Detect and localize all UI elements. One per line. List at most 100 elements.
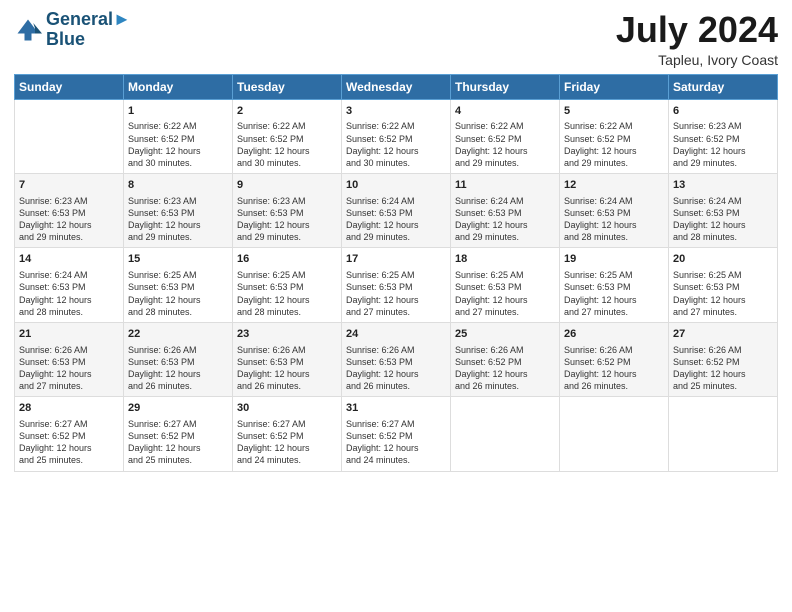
calendar-week-row: 21 Sunrise: 6:26 AM Sunset: 6:53 PM Dayli… xyxy=(15,322,778,396)
day-number: 22 xyxy=(128,327,228,342)
day-number: 17 xyxy=(346,252,446,267)
calendar-cell: 4Sunrise: 6:22 AM Sunset: 6:52 PM Daylig… xyxy=(451,99,560,173)
calendar-week-row: 1Sunrise: 6:22 AM Sunset: 6:52 PM Daylig… xyxy=(15,99,778,173)
day-info: Sunrise: 6:23 AM Sunset: 6:53 PM Dayligh… xyxy=(128,195,228,244)
calendar-cell: 23 Sunrise: 6:26 AM Sunset: 6:53 PM Dayli… xyxy=(233,322,342,396)
calendar-cell: 11Sunrise: 6:24 AM Sunset: 6:53 PM Dayli… xyxy=(451,174,560,248)
calendar-table: SundayMondayTuesdayWednesdayThursdayFrid… xyxy=(14,74,778,472)
logo-icon xyxy=(14,16,42,44)
day-info: Sunrise: 6:24 AM Sunset: 6:53 PM Dayligh… xyxy=(673,195,773,244)
day-info: Sunrise: 6:26 AM Sunset: 6:52 PM Dayligh… xyxy=(564,344,664,393)
day-info: Sunrise: 6:26 AM Sunset: 6:53 PM Dayligh… xyxy=(128,344,228,393)
calendar-cell: 14 Sunrise: 6:24 AM Sunset: 6:53 PM Dayli… xyxy=(15,248,124,322)
day-header-friday: Friday xyxy=(560,74,669,99)
calendar-week-row: 7 Sunrise: 6:23 AM Sunset: 6:53 PM Daylig… xyxy=(15,174,778,248)
calendar-cell: 16Sunrise: 6:25 AM Sunset: 6:53 PM Dayli… xyxy=(233,248,342,322)
day-info: Sunrise: 6:26 AM Sunset: 6:53 PM Dayligh… xyxy=(19,344,119,393)
day-info: Sunrise: 6:27 AM Sunset: 6:52 PM Dayligh… xyxy=(237,418,337,467)
day-info: Sunrise: 6:24 AM Sunset: 6:53 PM Dayligh… xyxy=(346,195,446,244)
calendar-cell xyxy=(451,397,560,471)
day-number: 8 xyxy=(128,178,228,193)
day-number: 1 xyxy=(128,104,228,119)
day-info: Sunrise: 6:22 AM Sunset: 6:52 PM Dayligh… xyxy=(128,120,228,169)
logo-text: General► Blue xyxy=(46,10,131,50)
day-info: Sunrise: 6:24 AM Sunset: 6:53 PM Dayligh… xyxy=(564,195,664,244)
day-number: 7 xyxy=(19,178,119,193)
day-info: Sunrise: 6:27 AM Sunset: 6:52 PM Dayligh… xyxy=(346,418,446,467)
day-header-saturday: Saturday xyxy=(669,74,778,99)
day-info: Sunrise: 6:26 AM Sunset: 6:53 PM Dayligh… xyxy=(346,344,446,393)
day-info: Sunrise: 6:22 AM Sunset: 6:52 PM Dayligh… xyxy=(346,120,446,169)
calendar-cell: 17 Sunrise: 6:25 AM Sunset: 6:53 PM Dayli… xyxy=(342,248,451,322)
page-container: General► Blue July 2024 Tapleu, Ivory Co… xyxy=(0,0,792,482)
day-info: Sunrise: 6:22 AM Sunset: 6:52 PM Dayligh… xyxy=(455,120,555,169)
day-number: 3 xyxy=(346,104,446,119)
day-number: 19 xyxy=(564,252,664,267)
day-number: 31 xyxy=(346,401,446,416)
day-info: Sunrise: 6:26 AM Sunset: 6:53 PM Dayligh… xyxy=(237,344,337,393)
day-number: 23 xyxy=(237,327,337,342)
day-number: 21 xyxy=(19,327,119,342)
day-header-thursday: Thursday xyxy=(451,74,560,99)
day-info: Sunrise: 6:24 AM Sunset: 6:53 PM Dayligh… xyxy=(19,269,119,318)
calendar-week-row: 28 Sunrise: 6:27 AM Sunset: 6:52 PM Dayli… xyxy=(15,397,778,471)
calendar-cell: 30 Sunrise: 6:27 AM Sunset: 6:52 PM Dayli… xyxy=(233,397,342,471)
calendar-cell: 22 Sunrise: 6:26 AM Sunset: 6:53 PM Dayli… xyxy=(124,322,233,396)
day-info: Sunrise: 6:25 AM Sunset: 6:53 PM Dayligh… xyxy=(673,269,773,318)
page-header: General► Blue July 2024 Tapleu, Ivory Co… xyxy=(14,10,778,68)
calendar-header-row: SundayMondayTuesdayWednesdayThursdayFrid… xyxy=(15,74,778,99)
calendar-cell: 3Sunrise: 6:22 AM Sunset: 6:52 PM Daylig… xyxy=(342,99,451,173)
day-number: 18 xyxy=(455,252,555,267)
calendar-cell: 13 Sunrise: 6:24 AM Sunset: 6:53 PM Dayli… xyxy=(669,174,778,248)
day-number: 10 xyxy=(346,178,446,193)
calendar-cell: 21 Sunrise: 6:26 AM Sunset: 6:53 PM Dayli… xyxy=(15,322,124,396)
calendar-week-row: 14 Sunrise: 6:24 AM Sunset: 6:53 PM Dayli… xyxy=(15,248,778,322)
calendar-cell: 12 Sunrise: 6:24 AM Sunset: 6:53 PM Dayli… xyxy=(560,174,669,248)
calendar-cell: 28Sunrise: 6:27 AM Sunset: 6:52 PM Dayli… xyxy=(15,397,124,471)
day-number: 28 xyxy=(19,401,119,416)
calendar-cell: 18 Sunrise: 6:25 AM Sunset: 6:53 PM Dayli… xyxy=(451,248,560,322)
calendar-cell: 7Sunrise: 6:23 AM Sunset: 6:53 PM Daylig… xyxy=(15,174,124,248)
day-info: Sunrise: 6:22 AM Sunset: 6:52 PM Dayligh… xyxy=(564,120,664,169)
day-info: Sunrise: 6:24 AM Sunset: 6:53 PM Dayligh… xyxy=(455,195,555,244)
calendar-cell: 9Sunrise: 6:23 AM Sunset: 6:53 PM Daylig… xyxy=(233,174,342,248)
day-info: Sunrise: 6:25 AM Sunset: 6:53 PM Dayligh… xyxy=(128,269,228,318)
logo: General► Blue xyxy=(14,10,131,50)
title-block: July 2024 Tapleu, Ivory Coast xyxy=(616,10,778,68)
calendar-cell: 25Sunrise: 6:26 AM Sunset: 6:52 PM Dayli… xyxy=(451,322,560,396)
calendar-cell: 27 Sunrise: 6:26 AM Sunset: 6:52 PM Dayli… xyxy=(669,322,778,396)
day-info: Sunrise: 6:27 AM Sunset: 6:52 PM Dayligh… xyxy=(128,418,228,467)
day-info: Sunrise: 6:25 AM Sunset: 6:53 PM Dayligh… xyxy=(346,269,446,318)
day-number: 2 xyxy=(237,104,337,119)
day-number: 29 xyxy=(128,401,228,416)
day-info: Sunrise: 6:22 AM Sunset: 6:52 PM Dayligh… xyxy=(237,120,337,169)
day-header-tuesday: Tuesday xyxy=(233,74,342,99)
day-number: 27 xyxy=(673,327,773,342)
day-number: 9 xyxy=(237,178,337,193)
calendar-cell: 29 Sunrise: 6:27 AM Sunset: 6:52 PM Dayli… xyxy=(124,397,233,471)
calendar-cell: 24 Sunrise: 6:26 AM Sunset: 6:53 PM Dayli… xyxy=(342,322,451,396)
day-info: Sunrise: 6:26 AM Sunset: 6:52 PM Dayligh… xyxy=(673,344,773,393)
location: Tapleu, Ivory Coast xyxy=(616,52,778,68)
day-number: 12 xyxy=(564,178,664,193)
day-number: 30 xyxy=(237,401,337,416)
day-header-sunday: Sunday xyxy=(15,74,124,99)
calendar-cell: 8 Sunrise: 6:23 AM Sunset: 6:53 PM Daylig… xyxy=(124,174,233,248)
calendar-cell xyxy=(15,99,124,173)
day-number: 15 xyxy=(128,252,228,267)
day-number: 14 xyxy=(19,252,119,267)
day-info: Sunrise: 6:23 AM Sunset: 6:52 PM Dayligh… xyxy=(673,120,773,169)
day-info: Sunrise: 6:25 AM Sunset: 6:53 PM Dayligh… xyxy=(237,269,337,318)
calendar-cell: 2Sunrise: 6:22 AM Sunset: 6:52 PM Daylig… xyxy=(233,99,342,173)
day-header-monday: Monday xyxy=(124,74,233,99)
day-number: 5 xyxy=(564,104,664,119)
day-number: 24 xyxy=(346,327,446,342)
calendar-cell: 6Sunrise: 6:23 AM Sunset: 6:52 PM Daylig… xyxy=(669,99,778,173)
day-number: 13 xyxy=(673,178,773,193)
calendar-cell xyxy=(669,397,778,471)
calendar-cell: 26Sunrise: 6:26 AM Sunset: 6:52 PM Dayli… xyxy=(560,322,669,396)
calendar-cell: 15 Sunrise: 6:25 AM Sunset: 6:53 PM Dayli… xyxy=(124,248,233,322)
calendar-cell: 31 Sunrise: 6:27 AM Sunset: 6:52 PM Dayli… xyxy=(342,397,451,471)
calendar-cell: 20Sunrise: 6:25 AM Sunset: 6:53 PM Dayli… xyxy=(669,248,778,322)
day-info: Sunrise: 6:25 AM Sunset: 6:53 PM Dayligh… xyxy=(455,269,555,318)
